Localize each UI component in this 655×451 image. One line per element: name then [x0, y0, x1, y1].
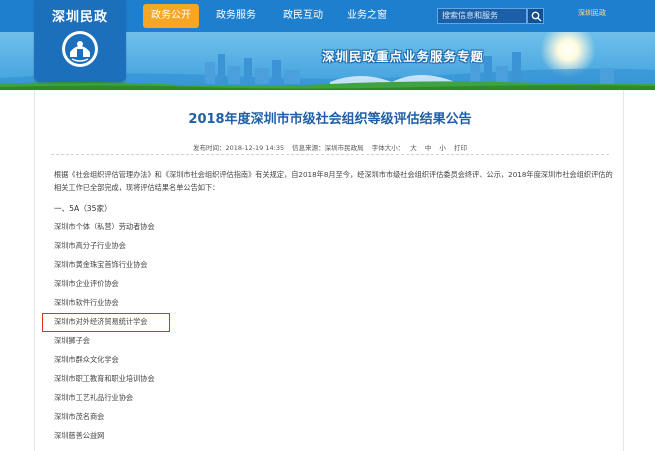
- font-size-large-button[interactable]: 大: [410, 144, 417, 152]
- logo-title: 深圳民政: [51, 10, 108, 25]
- search-input[interactable]: 搜索信息和服务: [437, 8, 527, 24]
- search-icon: [531, 11, 542, 22]
- font-size-medium-button[interactable]: 中: [425, 144, 432, 152]
- list-item: 深圳市黄金珠宝首饰行业协会: [54, 260, 148, 269]
- site-header: 深圳民政 政务公开 政务服务 政民互动 业务之窗 搜索信息和服务 深圳民政 深圳…: [0, 0, 655, 90]
- article-panel: 2018年度深圳市市级社会组织等级评估结果公告 发布时间：2018-12-19 …: [34, 90, 624, 451]
- list-item: 深圳市软件行业协会: [54, 298, 119, 307]
- publish-time: 发布时间：2018-12-19 14:35: [193, 144, 285, 152]
- page-title: 2018年度深圳市市级社会组织等级评估结果公告: [188, 112, 472, 127]
- list-item: 深圳市茂名商会: [54, 412, 105, 421]
- font-size-label: 字体大小：: [371, 144, 405, 152]
- list-item: 深圳市职工教育和职业培训协会: [54, 374, 155, 383]
- meta-divider: [51, 154, 609, 155]
- list-item: 深圳市企业评价协会: [54, 279, 119, 288]
- nav-item-business-window[interactable]: 业务之窗: [347, 9, 387, 23]
- civil-affairs-emblem-icon: [62, 31, 98, 67]
- list-item: 深圳慈善公益网: [54, 431, 105, 440]
- intro-paragraph: 根据《社会组织评估管理办法》和《深圳市社会组织评估指南》有关规定，自2018年8…: [54, 170, 613, 192]
- article-meta: 发布时间：2018-12-19 14:35 信息来源：深圳市民政局 字体大小： 大…: [35, 142, 625, 152]
- highlight-annotation-box: [42, 313, 170, 332]
- header-badge[interactable]: 深圳民政: [578, 5, 636, 25]
- badge-text: 深圳民政: [578, 9, 606, 17]
- site-logo[interactable]: 深圳民政: [34, 0, 126, 82]
- list-item: 深圳狮子会: [54, 336, 90, 345]
- list-item: 深圳市高分子行业协会: [54, 241, 126, 250]
- print-button[interactable]: 打印: [454, 144, 467, 152]
- nav-item-citizen-interaction[interactable]: 政民互动: [283, 9, 323, 23]
- banner-slogan[interactable]: 深圳民政重点业务服务专题: [322, 46, 484, 65]
- search-button[interactable]: [527, 8, 544, 24]
- list-item: 深圳市群众文化学会: [54, 355, 119, 364]
- list-item: 深圳市个体（私营）劳动者协会: [54, 222, 155, 231]
- info-source: 信息来源：深圳市民政局: [292, 144, 364, 152]
- font-size-small-button[interactable]: 小: [439, 144, 446, 152]
- nav-item-government-affairs-disclosure[interactable]: 政务公开: [143, 4, 199, 28]
- list-item: 深圳市工艺礼品行业协会: [54, 393, 134, 402]
- nav-item-government-services[interactable]: 政务服务: [216, 9, 256, 23]
- section-heading: 一、5A（35家）: [54, 204, 112, 213]
